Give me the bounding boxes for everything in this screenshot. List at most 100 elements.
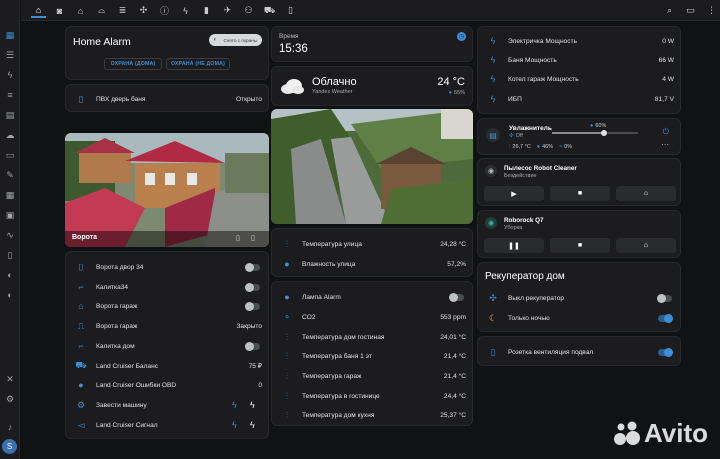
fan-tab-icon[interactable]: ✣	[136, 3, 151, 18]
home-button[interactable]: ⌂	[616, 238, 676, 253]
chat-icon[interactable]: ▭	[683, 3, 698, 18]
stop-button[interactable]: ■	[550, 238, 610, 253]
weather-card[interactable]: Облачно Yandex Weather 24 °C ● 55%	[271, 66, 473, 106]
sensor-value: 57,2%	[447, 260, 466, 268]
bolt-tab-icon[interactable]: ϟ	[178, 3, 193, 18]
garage-door-icon: ⎍	[77, 320, 85, 331]
compass-icon[interactable]: ◐	[3, 288, 17, 302]
street-camera[interactable]	[271, 109, 473, 224]
garage-icon: ⌂	[78, 301, 84, 311]
stop-button[interactable]: ■	[550, 186, 610, 201]
list-item: ⚙ Завести машину ϟ ϟ	[66, 398, 268, 412]
bolt-off-icon[interactable]: ϟ	[232, 420, 237, 430]
recuperator-off-toggle[interactable]	[657, 293, 672, 303]
time-value: 15:36	[279, 43, 308, 55]
sensor-value: 553 ppm	[440, 313, 466, 321]
battery-tab-icon[interactable]: ▮	[199, 3, 214, 18]
compass-icon[interactable]: ◐	[3, 268, 17, 282]
sensor-value: 25,37 °C	[440, 411, 466, 419]
more-icon[interactable]: ⋯	[661, 140, 669, 149]
entity-label: Калитка дом	[96, 342, 135, 350]
wicket-icon: ⌐	[78, 341, 84, 351]
bolt-icon[interactable]: ϟ	[250, 420, 255, 430]
camera-tab-icon[interactable]: ◙	[52, 3, 67, 18]
weather-condition: Облачно	[312, 76, 357, 88]
dashboard-icon[interactable]: ▦	[3, 28, 17, 42]
socket-label: Розетка вентиляция подвал	[508, 348, 594, 356]
home-button[interactable]: ⌂	[616, 186, 676, 201]
network-tab-icon[interactable]: ⚇	[241, 3, 256, 18]
wrench-icon[interactable]: ✎	[3, 168, 17, 182]
list-icon[interactable]: ≡	[3, 88, 17, 102]
thermometer-icon: ⫶	[285, 370, 289, 381]
media-icon[interactable]: ▣	[3, 208, 17, 222]
arm-home-button[interactable]: ОХРАНА (ДОМА)	[104, 58, 162, 70]
night-only-toggle[interactable]	[658, 313, 673, 323]
vacuum-icon[interactable]: ◉	[485, 217, 497, 229]
car-tab-icon[interactable]: ⛟	[262, 3, 277, 18]
power-icon[interactable]: ⏻	[663, 127, 669, 137]
heater-tab-icon[interactable]: ≣	[115, 3, 130, 18]
gear-icon[interactable]: ⚙	[3, 392, 17, 406]
info-tab-icon[interactable]: ⓘ	[157, 3, 172, 18]
phone-camera-icon[interactable]: ▯	[251, 234, 255, 242]
gate-camera[interactable]: Ворота ▯ ▯	[65, 133, 269, 247]
power-label: Котел гараж Мощность	[508, 75, 579, 83]
bolt-icon[interactable]: ϟ	[250, 400, 255, 410]
entity-label: Ворота гараж	[96, 302, 138, 310]
cloud-icon[interactable]: ☁	[3, 128, 17, 142]
plane-tab-icon[interactable]: ✈	[220, 3, 235, 18]
avito-watermark: Avito	[612, 418, 708, 449]
humidifier-water: 0%	[564, 144, 573, 150]
play-button[interactable]: ▶	[484, 186, 544, 201]
more-icon[interactable]: ⋮	[704, 3, 719, 18]
gate-camera-image	[65, 133, 269, 247]
grid-icon[interactable]: ▦	[3, 188, 17, 202]
energy-icon[interactable]: ϟ	[3, 68, 17, 82]
list-item: ⌐ Калитка дом	[66, 339, 268, 353]
droplet-icon: ●	[590, 123, 594, 129]
bolt-off-icon[interactable]: ϟ	[232, 400, 237, 410]
wicket-toggle[interactable]	[245, 282, 260, 292]
house-tab-icon[interactable]: ⌂	[73, 3, 88, 18]
contacts-icon[interactable]: ☰	[3, 48, 17, 62]
home-sensors-card: ● Лампа Alarm ⚬ CO2 553 ppm ⫶ Температур…	[271, 281, 473, 426]
thermometer-icon: ⫶	[285, 331, 289, 342]
list-item: ϟ Котел гараж Мощность 4 W	[478, 72, 680, 86]
sensor-label: Температура баня 1 эт	[302, 352, 372, 360]
chart-icon[interactable]: ▤	[3, 108, 17, 122]
droplet-icon: ●	[536, 144, 541, 150]
power-value: 66 W	[658, 56, 674, 64]
socket-toggle[interactable]	[658, 347, 673, 357]
phone-camera-icon[interactable]: ▯	[236, 234, 240, 242]
fan-icon: ✣	[509, 133, 514, 139]
storage-icon[interactable]: ▭	[3, 148, 17, 162]
list-item: ϟ Баня Мощность 66 W	[478, 53, 680, 67]
list-item: ✣ Выкл рекуператор	[478, 291, 680, 305]
hammer-icon[interactable]: ✕	[3, 372, 17, 386]
garage-tab-icon[interactable]: ⌓	[94, 3, 109, 18]
search-icon[interactable]: ⌕	[662, 3, 677, 18]
fan-icon: ✣	[489, 292, 497, 303]
home-tab-icon[interactable]: ⌂	[31, 3, 46, 18]
power-card: ϟ Электричка Мощность 0 W ϟ Баня Мощност…	[477, 26, 681, 114]
wicket-home-toggle[interactable]	[245, 341, 260, 351]
pulse-icon[interactable]: ∿	[3, 228, 17, 242]
recuperator-card: Рекуператор дом ✣ Выкл рекуператор ☾ Тол…	[477, 262, 681, 332]
avatar[interactable]: S	[2, 439, 17, 454]
vacuum2-title: Roborock Q7	[504, 217, 544, 224]
lamp-alarm-toggle[interactable]	[449, 292, 464, 302]
garage-gate-toggle[interactable]	[245, 301, 260, 311]
humidifier-icon[interactable]: ▤	[486, 128, 500, 142]
humidity-slider[interactable]	[552, 130, 638, 136]
pause-button[interactable]: ❚❚	[484, 238, 544, 253]
sensor-label: Температура в гостинице	[302, 392, 380, 400]
entity-label: Land Cruiser Баланс	[96, 362, 159, 370]
bell-icon[interactable]: ♪	[3, 420, 17, 434]
arm-away-button[interactable]: ОХРАНА (НЕ ДОМА)	[166, 58, 230, 70]
sensor-value: 24,28 °C	[440, 240, 466, 248]
terminal-icon[interactable]: ▯	[3, 248, 17, 262]
gate-yard-toggle[interactable]	[245, 262, 260, 272]
vacuum-icon[interactable]: ◉	[485, 165, 497, 177]
phone-tab-icon[interactable]: ▯	[283, 3, 298, 18]
